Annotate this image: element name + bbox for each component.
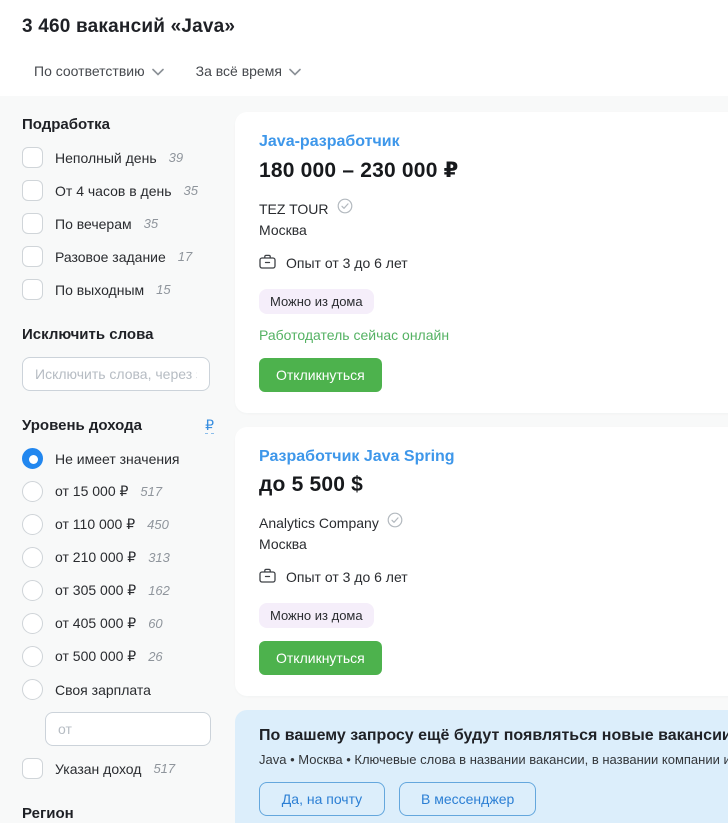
filter-option-evenings[interactable]: По вечерам 35 xyxy=(22,213,214,234)
filter-exclude-words: Исключить слова xyxy=(22,326,214,391)
filter-heading: Исключить слова xyxy=(22,326,154,343)
radio-selected[interactable] xyxy=(22,448,43,469)
verified-employer-icon xyxy=(337,198,353,219)
vacancy-card-2: Разработчик Java Spring до 5 500 $ Analy… xyxy=(235,427,728,696)
radio[interactable] xyxy=(22,679,43,700)
filter-parttime: Подработка Неполный день 39 От 4 часов в… xyxy=(22,116,214,300)
sort-row: По соответствию За всё время xyxy=(34,63,706,79)
option-count: 60 xyxy=(148,616,163,631)
vacancy-city: Москва xyxy=(259,536,307,552)
option-count: 26 xyxy=(148,649,163,664)
subscribe-messenger-button[interactable]: В мессенджер xyxy=(399,782,537,816)
income-option-110000[interactable]: от 110 000 ₽ 450 xyxy=(22,514,214,535)
vacancy-title-link[interactable]: Java-разработчик xyxy=(259,133,400,151)
income-option-custom[interactable]: Своя зарплата xyxy=(22,679,214,700)
option-count: 35 xyxy=(183,183,198,198)
option-count: 517 xyxy=(140,484,163,499)
income-option-210000[interactable]: от 210 000 ₽ 313 xyxy=(22,547,214,568)
vacancy-salary: 180 000 – 230 000 ₽ xyxy=(259,159,459,182)
option-count: 17 xyxy=(177,249,193,264)
checkbox[interactable] xyxy=(22,147,43,168)
banner-subtitle: Java • Москва • Ключевые слова в названи… xyxy=(259,752,728,767)
chevron-down-icon xyxy=(151,68,164,76)
remote-work-badge: Можно из дома xyxy=(259,289,374,314)
chevron-down-icon xyxy=(289,68,301,76)
filter-option-partial-day[interactable]: Неполный день 39 xyxy=(22,147,214,168)
remote-work-badge: Можно из дома xyxy=(259,603,374,628)
checkbox[interactable] xyxy=(22,246,43,267)
vacancy-city: Москва xyxy=(259,222,307,238)
content-area: Подработка Неполный день 39 От 4 часов в… xyxy=(0,96,728,823)
vacancy-title-link[interactable]: Разработчик Java Spring xyxy=(259,448,455,466)
checkbox[interactable] xyxy=(22,213,43,234)
verified-employer-icon xyxy=(387,512,403,533)
radio[interactable] xyxy=(22,481,43,502)
results-header: 3 460 вакансий «Java» По соответствию За… xyxy=(0,0,728,79)
experience-label: Опыт от 3 до 6 лет xyxy=(286,569,408,585)
apply-button[interactable]: Откликнуться xyxy=(259,358,382,392)
income-option-405000[interactable]: от 405 000 ₽ 60 xyxy=(22,613,214,634)
income-option-15000[interactable]: от 15 000 ₽ 517 xyxy=(22,481,214,502)
subscription-banner: По вашему запросу ещё будут появляться н… xyxy=(235,710,728,823)
experience-label: Опыт от 3 до 6 лет xyxy=(286,255,408,271)
filter-income: Уровень дохода ₽ Не имеет значения от 15… xyxy=(22,417,214,779)
filter-heading: Уровень дохода xyxy=(22,417,143,434)
income-option-any[interactable]: Не имеет значения xyxy=(22,448,214,469)
exclude-words-input[interactable] xyxy=(22,357,210,391)
income-option-500000[interactable]: от 500 000 ₽ 26 xyxy=(22,646,214,667)
briefcase-icon xyxy=(259,568,276,586)
checkbox[interactable] xyxy=(22,279,43,300)
option-count: 162 xyxy=(148,583,170,598)
vacancy-list: Java-разработчик 180 000 – 230 000 ₽ TEZ… xyxy=(235,112,728,823)
company-link[interactable]: Analytics Company xyxy=(259,515,379,531)
filters-sidebar: Подработка Неполный день 39 От 4 часов в… xyxy=(22,116,214,823)
company-link[interactable]: TEZ TOUR xyxy=(259,201,329,217)
vacancy-salary: до 5 500 $ xyxy=(259,473,364,496)
filter-heading: Регион xyxy=(22,805,74,822)
sort-by-dropdown[interactable]: По соответствию xyxy=(34,63,164,79)
option-count: 35 xyxy=(143,216,159,231)
option-count: 313 xyxy=(148,550,170,565)
period-label: За всё время xyxy=(195,63,282,79)
filter-option-onetime[interactable]: Разовое задание 17 xyxy=(22,246,214,267)
banner-title: По вашему запросу ещё будут появляться н… xyxy=(259,727,728,744)
checkbox[interactable] xyxy=(22,758,43,779)
checkbox[interactable] xyxy=(22,180,43,201)
option-count: 39 xyxy=(168,150,184,165)
page-title: 3 460 вакансий «Java» xyxy=(22,16,236,37)
income-specified-option[interactable]: Указан доход 517 xyxy=(22,758,214,779)
radio[interactable] xyxy=(22,646,43,667)
option-count: 450 xyxy=(147,517,169,532)
employer-online-label: Работодатель сейчас онлайн xyxy=(259,327,450,343)
filter-region: Регион Москва 3 460 Центральный округ 3 … xyxy=(22,805,214,823)
subscribe-email-button[interactable]: Да, на почту xyxy=(259,782,385,816)
filter-option-4hours[interactable]: От 4 часов в день 35 xyxy=(22,180,214,201)
currency-switch-link[interactable]: ₽ xyxy=(205,417,214,434)
vacancy-card-1: Java-разработчик 180 000 – 230 000 ₽ TEZ… xyxy=(235,112,728,413)
briefcase-icon xyxy=(259,254,276,272)
radio[interactable] xyxy=(22,580,43,601)
radio[interactable] xyxy=(22,547,43,568)
option-count: 517 xyxy=(153,761,176,776)
filter-option-weekends[interactable]: По выходным 15 xyxy=(22,279,214,300)
period-dropdown[interactable]: За всё время xyxy=(196,63,301,79)
income-option-305000[interactable]: от 305 000 ₽ 162 xyxy=(22,580,214,601)
radio[interactable] xyxy=(22,613,43,634)
filter-heading: Подработка xyxy=(22,116,111,133)
option-count: 15 xyxy=(156,282,171,297)
sort-by-label: По соответствию xyxy=(34,63,145,79)
apply-button[interactable]: Откликнуться xyxy=(259,641,382,675)
radio[interactable] xyxy=(22,514,43,535)
custom-salary-input[interactable] xyxy=(45,712,211,746)
